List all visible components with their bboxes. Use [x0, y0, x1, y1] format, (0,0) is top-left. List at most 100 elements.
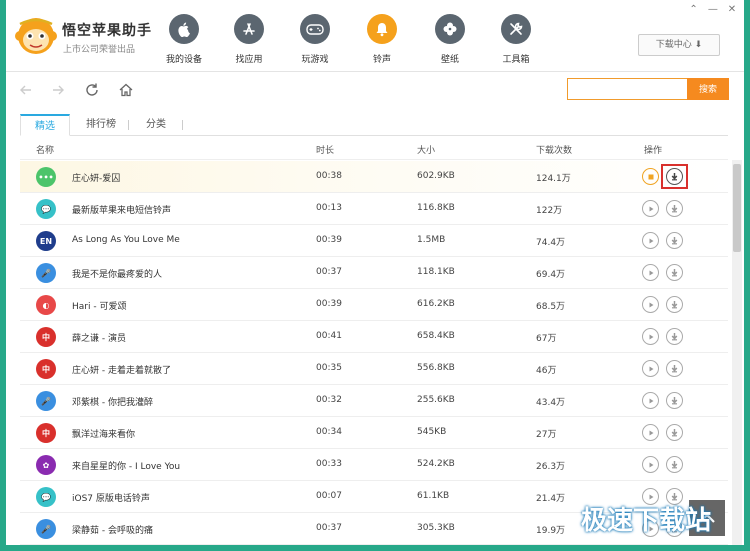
download-button[interactable]	[666, 264, 683, 281]
download-center-button[interactable]: 下载中心 ⬇	[638, 34, 720, 56]
ringtone-type-icon: EN	[36, 231, 56, 251]
app-subtitle: 上市公司荣誉出品	[63, 45, 136, 55]
table-row[interactable]: 💬 最新版苹果来电短信铃声 00:13 116.8KB 122万	[20, 193, 728, 225]
nav-my-device[interactable]: 我的设备	[156, 14, 212, 66]
cell-duration: 00:37	[316, 267, 342, 277]
scroll-thumb[interactable]	[733, 164, 741, 252]
tab-divider	[128, 120, 129, 130]
nav-find-apps[interactable]: 找应用	[221, 14, 277, 66]
collapse-button[interactable]: ⌃	[686, 4, 702, 15]
play-icon	[649, 302, 653, 307]
bell-icon	[376, 23, 388, 37]
download-button[interactable]	[666, 296, 683, 313]
play-icon	[649, 334, 653, 339]
content-tabs: 精选 排行榜 分类	[20, 114, 728, 136]
download-icon	[671, 365, 678, 373]
app-name: 悟空苹果助手	[62, 23, 152, 39]
tab-rankings[interactable]: 排行榜	[78, 114, 124, 136]
ringtone-type-icon: 🎤	[36, 391, 56, 411]
download-button[interactable]	[666, 200, 683, 217]
play-button[interactable]	[642, 456, 659, 473]
gamepad-icon	[306, 24, 324, 35]
ringtone-type-icon: 💬	[36, 487, 56, 507]
tab-categories[interactable]: 分类	[136, 114, 176, 136]
scrollbar[interactable]	[732, 160, 742, 545]
tab-divider	[182, 120, 183, 130]
close-button[interactable]: ✕	[724, 4, 740, 15]
table-row[interactable]: 🎤 我是不是你最疼爱的人 00:37 118.1KB 69.4万	[20, 257, 728, 289]
play-button[interactable]	[642, 360, 659, 377]
play-button[interactable]	[642, 424, 659, 441]
nav-toolbox[interactable]: 工具箱	[488, 14, 544, 66]
forward-arrow-icon[interactable]	[50, 82, 66, 98]
table-row[interactable]: EN As Long As You Love Me 00:39 1.5MB 74.4万	[20, 225, 728, 257]
play-icon	[649, 366, 653, 371]
refresh-icon[interactable]	[84, 82, 100, 98]
clover-icon	[443, 22, 457, 36]
play-button[interactable]	[642, 264, 659, 281]
nav-wallpapers[interactable]: 壁纸	[422, 14, 478, 66]
stop-button[interactable]	[642, 168, 659, 185]
download-button[interactable]	[666, 392, 683, 409]
ringtone-type-icon: 中	[36, 359, 56, 379]
play-button[interactable]	[642, 296, 659, 313]
cell-name: 庄心妍-爱囚	[72, 174, 121, 184]
download-button[interactable]	[666, 328, 683, 345]
toolbar: 搜索	[6, 73, 744, 107]
table-row[interactable]: ••• 庄心妍-爱囚 00:38 602.9KB 124.1万	[20, 161, 728, 193]
cell-downloads: 27万	[536, 430, 557, 440]
cell-name: 薛之谦 - 演员	[72, 334, 126, 344]
window-controls: ⌃ — ✕	[686, 4, 740, 15]
back-arrow-icon[interactable]	[18, 82, 34, 98]
search-input[interactable]	[567, 78, 687, 100]
search-button[interactable]: 搜索	[687, 78, 729, 100]
cell-duration: 00:33	[316, 459, 342, 469]
download-button[interactable]	[666, 360, 683, 377]
play-button[interactable]	[642, 328, 659, 345]
cell-downloads: 69.4万	[536, 270, 566, 280]
cell-size: 545KB	[417, 427, 447, 437]
download-button[interactable]	[666, 424, 683, 441]
table-row[interactable]: 中 薛之谦 - 演员 00:41 658.4KB 67万	[20, 321, 728, 353]
nav-games[interactable]: 玩游戏	[287, 14, 343, 66]
home-icon[interactable]	[118, 82, 134, 98]
table-row[interactable]: 🎤 邓紫棋 - 你把我灌醉 00:32 255.6KB 43.4万	[20, 385, 728, 417]
table-row[interactable]: 中 庄心妍 - 走着走着就散了 00:35 556.8KB 46万	[20, 353, 728, 385]
table-header: 名称 时长 大小 下载次数 操作	[20, 138, 728, 160]
cell-size: 116.8KB	[417, 203, 455, 213]
ringtone-type-icon: 中	[36, 423, 56, 443]
play-button[interactable]	[642, 392, 659, 409]
cell-downloads: 26.3万	[536, 462, 566, 472]
nav-ringtones[interactable]: 铃声	[354, 14, 410, 66]
ringtone-type-icon: 💬	[36, 199, 56, 219]
apple-icon	[178, 22, 190, 37]
cell-duration: 00:13	[316, 203, 342, 213]
cell-name: 庄心妍 - 走着走着就散了	[72, 366, 171, 376]
table-row[interactable]: ✿ 来自星星的你 - I Love You 00:33 524.2KB 26.3万	[20, 449, 728, 481]
cell-size: 556.8KB	[417, 363, 455, 373]
cell-duration: 00:39	[316, 235, 342, 245]
tab-featured[interactable]: 精选	[20, 114, 70, 136]
table-row[interactable]: 中 飘洋过海来看你 00:34 545KB 27万	[20, 417, 728, 449]
cell-size: 602.9KB	[417, 171, 455, 181]
cell-duration: 00:41	[316, 331, 342, 341]
header-name: 名称	[36, 146, 55, 156]
cell-name: 最新版苹果来电短信铃声	[72, 206, 172, 216]
cell-duration: 00:38	[316, 171, 342, 181]
cell-size: 61.1KB	[417, 491, 450, 501]
header-actions: 操作	[644, 146, 663, 156]
header-size: 大小	[417, 146, 436, 156]
download-button[interactable]	[666, 232, 683, 249]
play-button[interactable]	[642, 200, 659, 217]
header-downloads: 下载次数	[536, 146, 573, 156]
watermark: 极速下载站	[581, 506, 712, 536]
ringtone-type-icon: •••	[36, 167, 56, 187]
play-button[interactable]	[642, 232, 659, 249]
table-row[interactable]: ◐ Hari - 可爱颂 00:39 616.2KB 68.5万	[20, 289, 728, 321]
download-button[interactable]	[666, 456, 683, 473]
play-icon	[649, 430, 653, 435]
minimize-button[interactable]: —	[705, 4, 721, 15]
download-icon	[671, 429, 678, 437]
header-duration: 时长	[316, 146, 335, 156]
stop-icon	[648, 174, 653, 179]
